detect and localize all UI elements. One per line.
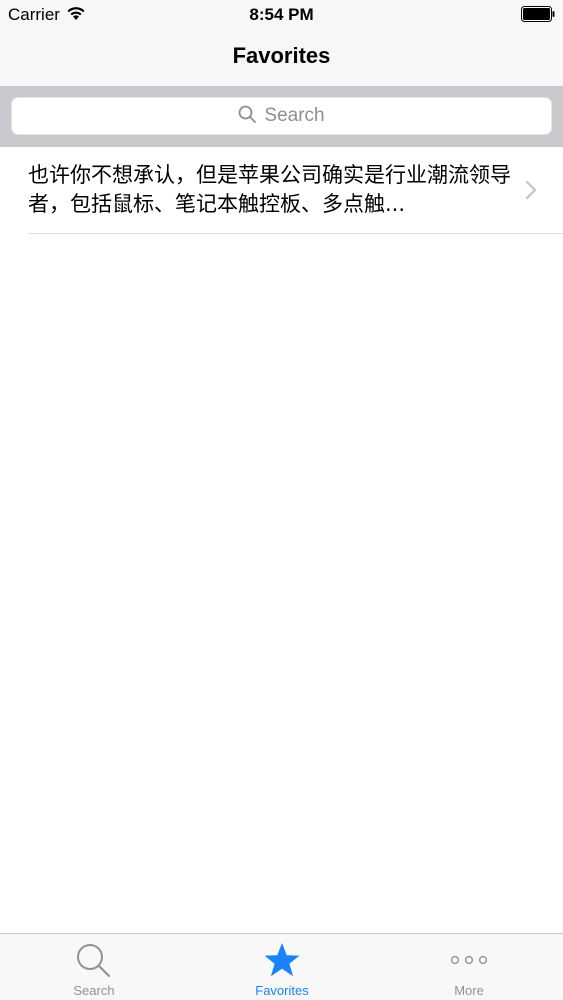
magnifier-icon [77,944,111,978]
list-separator [28,233,563,234]
tab-bar: Search Favorites More [0,933,563,1000]
chevron-right-icon [525,180,537,200]
list-item[interactable]: 也许你不想承认，但是苹果公司确实是行业潮流领导者，包括鼠标、笔记本触控板、多点触… [0,147,563,233]
star-icon [264,943,300,977]
list-item-text: 也许你不想承认，但是苹果公司确实是行业潮流领导者，包括鼠标、笔记本触控板、多点触… [28,163,511,216]
tab-more[interactable]: More [375,934,563,1000]
tab-search-label: Search [73,983,115,998]
search-input[interactable]: Search [11,97,552,135]
ellipsis-icon [450,955,488,965]
status-bar: Carrier 8:54 PM [0,0,563,30]
tab-favorites[interactable]: Favorites [188,934,376,1000]
search-bar: Search [0,86,563,147]
navigation-header: Carrier 8:54 PM Favorites [0,0,563,86]
status-time: 8:54 PM [249,5,314,24]
tab-more-label: More [454,983,484,998]
search-placeholder: Search [264,105,325,126]
tab-search[interactable]: Search [0,934,188,1000]
page-title: Favorites [232,43,331,68]
battery-icon [521,6,555,22]
search-icon [238,105,257,123]
tab-favorites-label: Favorites [255,983,309,998]
